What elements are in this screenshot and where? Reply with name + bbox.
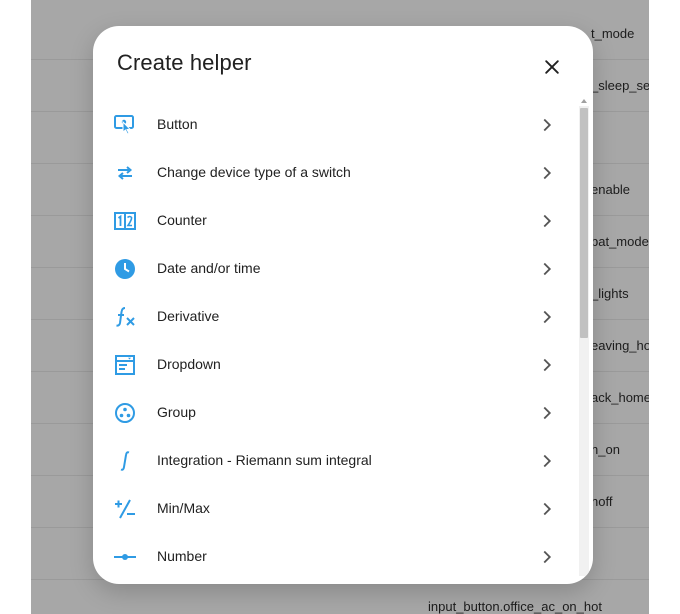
table-cell: eaving_ho: [591, 338, 649, 353]
helper-item-label: Integration - Riemann sum integral: [157, 452, 372, 468]
helper-item-label: Counter: [157, 212, 207, 228]
table-cell: enable: [591, 182, 631, 197]
helper-item-number[interactable]: Number: [93, 533, 577, 581]
helper-item-label: Group: [157, 404, 196, 420]
chevron-right-icon: [543, 310, 552, 324]
helper-item-change-device-type[interactable]: Change device type of a switch: [93, 149, 577, 197]
table-row: input_button.office_ac_on_hot: [31, 580, 649, 614]
helper-item-label: Number: [157, 548, 207, 564]
helper-item-counter[interactable]: Counter: [93, 197, 577, 245]
close-icon: [545, 60, 559, 74]
table-cell: n_on: [591, 442, 620, 457]
counter-icon: [114, 212, 136, 230]
create-helper-dialog: Create helper Button Change device type …: [93, 26, 593, 584]
close-button[interactable]: [537, 52, 567, 82]
scrollbar[interactable]: [579, 96, 589, 584]
chevron-right-icon: [543, 118, 552, 132]
scroll-up-icon[interactable]: [579, 96, 589, 106]
helper-item-label: Date and/or time: [157, 260, 261, 276]
helper-item-label: Derivative: [157, 308, 220, 324]
chevron-right-icon: [543, 166, 552, 180]
helper-item-date-time[interactable]: Date and/or time: [93, 245, 577, 293]
form-dropdown-icon: [115, 355, 135, 375]
clock-icon: [115, 259, 135, 279]
chevron-right-icon: [543, 454, 552, 468]
helper-item-min-max[interactable]: Min/Max: [93, 485, 577, 533]
scroll-thumb[interactable]: [580, 108, 588, 338]
plus-minus-icon: [115, 499, 135, 519]
table-cell: ack_home: [591, 390, 649, 405]
helper-list: Button Change device type of a switch Co…: [93, 101, 577, 584]
helper-item-button[interactable]: Button: [93, 101, 577, 149]
helper-item-label: Button: [157, 116, 198, 132]
table-cell: _lights: [591, 286, 629, 301]
helper-item-label: Change device type of a switch: [157, 164, 351, 180]
gesture-tap-button-icon: [114, 115, 134, 135]
table-cell: t_mode: [591, 26, 635, 41]
chevron-right-icon: [543, 358, 552, 372]
chevron-right-icon: [543, 550, 552, 564]
dialog-title: Create helper: [117, 50, 252, 75]
table-cell: noff: [591, 494, 613, 509]
table-cell: bat_mode: [591, 234, 649, 249]
function-variant-icon: [116, 307, 135, 327]
chevron-right-icon: [543, 502, 552, 516]
table-cell: input_button.office_ac_on_hot: [428, 599, 602, 614]
helper-item-derivative[interactable]: Derivative: [93, 293, 577, 341]
helper-item-dropdown[interactable]: Dropdown: [93, 341, 577, 389]
chevron-right-icon: [543, 406, 552, 420]
helper-item-integration[interactable]: Integration - Riemann sum integral: [93, 437, 577, 485]
integral-icon: [120, 451, 130, 471]
ray-vertex-icon: [114, 554, 136, 560]
chevron-right-icon: [543, 262, 552, 276]
helper-item-label: Min/Max: [157, 500, 210, 516]
swap-horizontal-icon: [117, 166, 133, 180]
helper-item-group[interactable]: Group: [93, 389, 577, 437]
table-cell: _sleep_set: [591, 78, 649, 93]
helper-item-label: Dropdown: [157, 356, 221, 372]
chevron-right-icon: [543, 214, 552, 228]
group-icon: [115, 403, 135, 423]
